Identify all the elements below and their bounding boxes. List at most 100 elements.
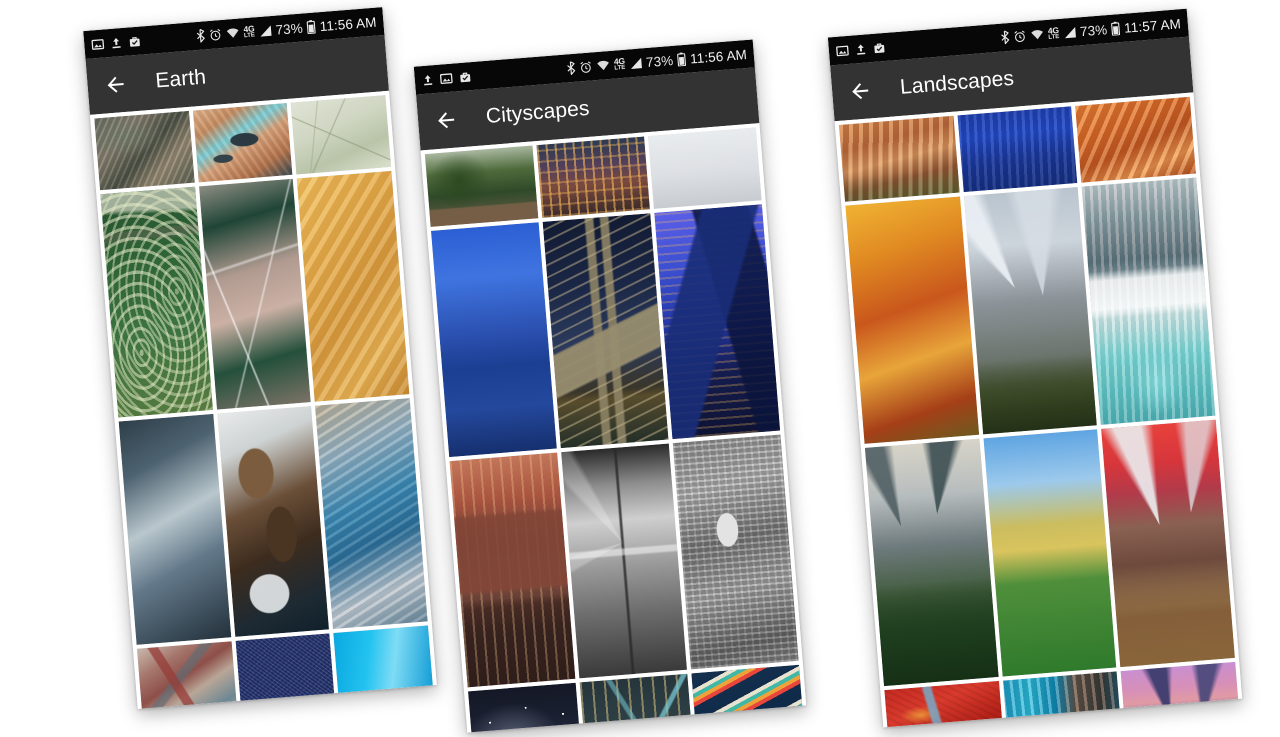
battery-percent-label: 73%	[1079, 21, 1108, 39]
wallpaper-tile[interactable]	[884, 680, 1005, 728]
thumb-orange-sandstone	[1075, 96, 1196, 183]
wallpaper-tile[interactable]	[297, 170, 410, 402]
thumb-suspension-bridge-night	[579, 673, 700, 733]
bluetooth-icon	[1000, 30, 1010, 45]
phone-screenshot-landscapes: 4G LTE 73% 11:57 AM Landscapes	[827, 8, 1243, 728]
wallpaper-tile[interactable]	[430, 222, 557, 458]
signal-icon	[1063, 25, 1077, 39]
wallpaper-tile[interactable]	[468, 682, 588, 733]
status-bar-left-icons	[835, 40, 886, 57]
signal-icon	[628, 56, 642, 70]
wallpaper-tile[interactable]	[198, 178, 312, 410]
thumb-canyon-aerial	[94, 110, 195, 191]
thumb-autumn-forest	[845, 196, 979, 444]
wallpaper-tile[interactable]	[1081, 177, 1216, 425]
wallpaper-tile[interactable]	[838, 115, 960, 202]
thumb-volcanic-crater	[192, 103, 293, 183]
thumb-agricultural-patchwork	[198, 178, 312, 410]
image-icon	[835, 43, 849, 57]
wallpaper-tile[interactable]	[579, 673, 700, 733]
thumb-red-tundra-river	[884, 680, 1005, 728]
wallpaper-tile[interactable]	[983, 429, 1117, 677]
wallpaper-tile[interactable]	[290, 95, 392, 175]
thumb-bruarfoss-waterfall	[1081, 177, 1216, 425]
thumb-dolomites-peaks	[963, 186, 1098, 435]
wallpaper-tile[interactable]	[1002, 671, 1124, 728]
wallpaper-tile[interactable]	[654, 204, 781, 440]
wallpaper-tile[interactable]	[449, 452, 576, 688]
alarm-icon	[208, 28, 222, 42]
wallpaper-tile[interactable]	[118, 413, 231, 645]
wallpaper-tile[interactable]	[235, 633, 336, 709]
wifi-icon	[225, 26, 240, 40]
bluetooth-icon	[195, 28, 205, 43]
page-title: Landscapes	[899, 66, 1015, 99]
wallpaper-tile[interactable]	[216, 406, 330, 637]
thumb-red-rock-delta	[136, 641, 238, 709]
wallpaper-tile[interactable]	[672, 434, 799, 670]
thumb-milky-way-dome	[468, 682, 588, 733]
arrow-back-icon	[107, 76, 124, 93]
thumb-terraced-fields	[100, 186, 213, 418]
wallpaper-tile[interactable]	[542, 213, 669, 449]
back-button[interactable]	[90, 59, 142, 111]
wallpaper-tile[interactable]	[333, 625, 434, 705]
briefcase-check-icon	[872, 40, 886, 54]
thumb-turquoise-coast	[315, 398, 428, 629]
clock-label: 11:56 AM	[319, 14, 377, 34]
phone-screenshot-cityscapes: 4G LTE 73% 11:56 AM Cityscapes	[413, 39, 807, 733]
wifi-icon	[1030, 28, 1045, 42]
thumb-night-buildings	[536, 136, 650, 218]
briefcase-check-icon	[128, 34, 142, 48]
wallpaper-tile[interactable]	[561, 443, 688, 679]
back-button[interactable]	[834, 65, 886, 117]
wallpaper-tile[interactable]	[1101, 419, 1235, 668]
thumb-bw-bridge-tunnel	[561, 443, 688, 679]
wallpaper-grid	[89, 90, 437, 709]
wallpaper-tile[interactable]	[315, 398, 428, 629]
wallpaper-tile[interactable]	[957, 106, 1078, 193]
page-title: Earth	[154, 65, 207, 93]
thumb-colorful-facade	[691, 664, 807, 733]
wallpaper-tile[interactable]	[192, 103, 293, 183]
upload-icon	[854, 42, 867, 56]
thumb-poppy-meadow	[983, 429, 1117, 677]
page-title: Cityscapes	[485, 96, 591, 129]
thumb-snow-coastline	[216, 406, 330, 637]
wallpaper-tile[interactable]	[136, 641, 238, 709]
wallpaper-tile[interactable]	[691, 664, 807, 733]
thumb-dutch-canal-houses	[449, 452, 576, 688]
back-button[interactable]	[420, 94, 472, 146]
wifi-icon	[596, 58, 611, 72]
thumb-sand-dunes	[297, 170, 410, 402]
alarm-icon	[1013, 29, 1027, 43]
wallpaper-tile[interactable]	[845, 196, 979, 444]
thumb-hoodoo-canyon	[838, 115, 960, 202]
wallpaper-tile[interactable]	[864, 438, 999, 687]
wallpaper-tile[interactable]	[424, 145, 539, 227]
wallpaper-tile[interactable]	[1120, 661, 1242, 728]
wallpaper-tile[interactable]	[648, 127, 762, 209]
thumb-glacier-meltwater	[333, 625, 434, 705]
wallpaper-tile[interactable]	[536, 136, 650, 218]
wallpaper-tile[interactable]	[100, 186, 213, 418]
wallpaper-tile[interactable]	[94, 110, 195, 191]
alarm-icon	[579, 60, 593, 74]
thumb-lake-bled-blue-hour	[430, 222, 557, 458]
battery-icon	[1111, 21, 1121, 36]
image-icon	[91, 37, 105, 51]
screenshot-collage: 4G LTE 73% 11:56 AM Earth 4G LTE 73% 11:…	[0, 0, 1280, 737]
wallpaper-tile[interactable]	[963, 186, 1098, 435]
signal-icon	[258, 24, 272, 38]
upload-icon	[110, 36, 123, 50]
battery-percent-label: 73%	[274, 20, 304, 38]
thumb-ocean-texture	[235, 633, 336, 709]
bluetooth-icon	[566, 61, 576, 76]
battery-percent-label: 73%	[645, 52, 674, 70]
wallpaper-grid	[834, 92, 1243, 728]
phone-screenshot-earth: 4G LTE 73% 11:56 AM Earth	[83, 7, 437, 709]
thumb-pink-dusk-peaks	[1120, 661, 1242, 728]
lte-icon: 4G LTE	[613, 55, 626, 72]
arrow-back-icon	[438, 112, 455, 129]
wallpaper-tile[interactable]	[1075, 96, 1196, 183]
